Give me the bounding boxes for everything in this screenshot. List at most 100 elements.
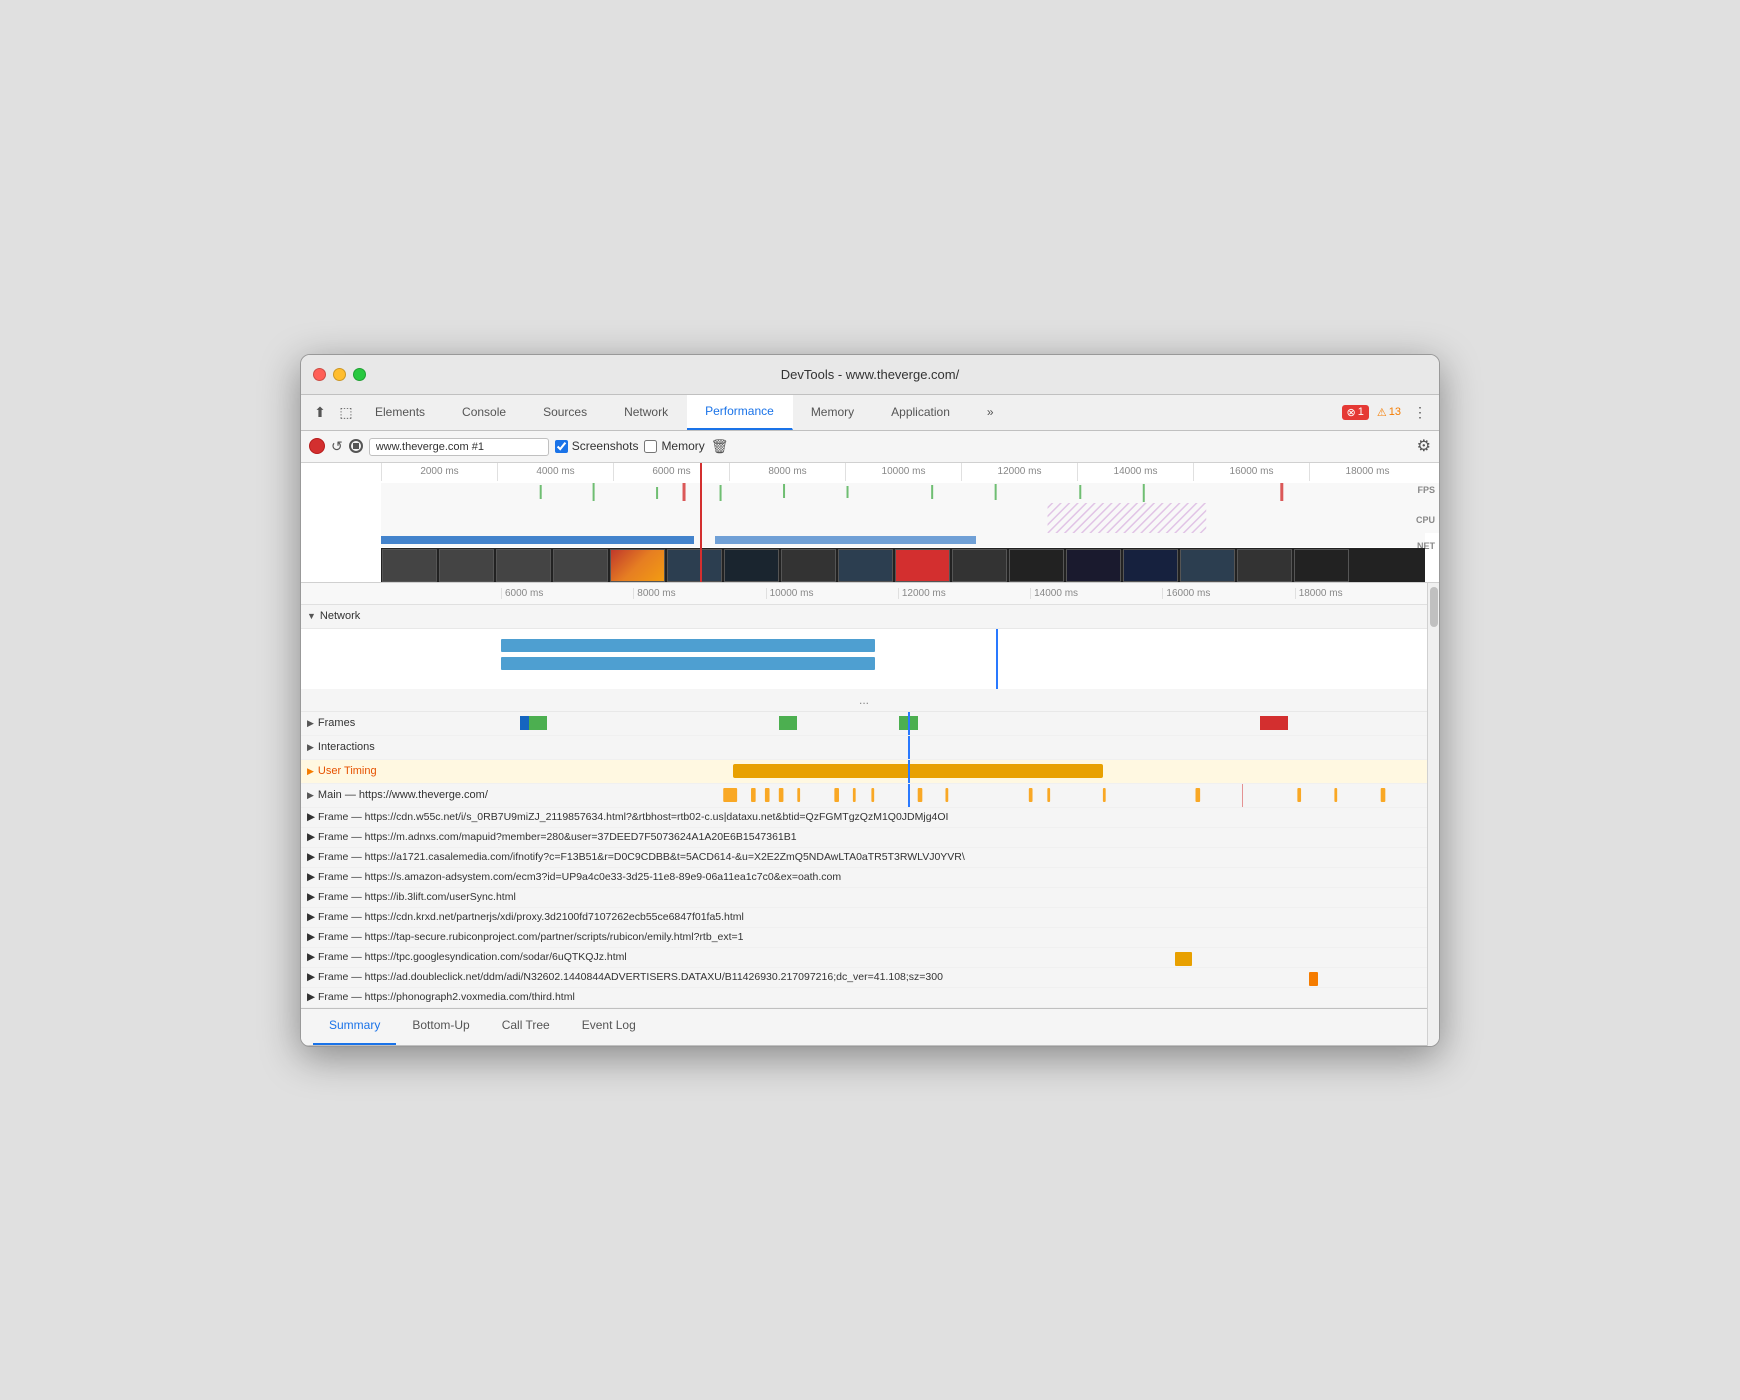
screenshots-checkbox[interactable]: [555, 440, 568, 453]
screenshot-thumb: [553, 549, 608, 582]
ellipsis-row: ...: [301, 689, 1427, 712]
main-toolbar: ⬆ ⬚ Elements Console Sources Network Per…: [301, 395, 1439, 431]
stop-button[interactable]: [349, 439, 363, 453]
screenshot-thumb: [952, 549, 1007, 582]
timing-mark: [1175, 952, 1192, 966]
frames-label[interactable]: ▶ Frames: [301, 717, 501, 729]
tab-network[interactable]: Network: [606, 394, 687, 430]
flame-ruler: 6000 ms 8000 ms 10000 ms 12000 ms 14000 …: [301, 583, 1427, 605]
frame-bar-green2: [779, 716, 798, 730]
interactions-content: [501, 736, 1427, 759]
frame-label-1: ▶ Frame — https://m.adnxs.com/mapuid?mem…: [307, 831, 1007, 843]
traffic-lights: [313, 368, 366, 381]
right-scrollbar[interactable]: [1427, 583, 1439, 1046]
tab-memory[interactable]: Memory: [793, 394, 873, 430]
screenshots-checkbox-label: Screenshots: [555, 439, 639, 453]
frame-label-3: ▶ Frame — https://s.amazon-adsystem.com/…: [307, 871, 1007, 883]
frame-row-8[interactable]: ▶ Frame — https://ad.doubleclick.net/ddm…: [301, 968, 1427, 988]
tab-elements[interactable]: Elements: [357, 394, 444, 430]
user-timing-text: User Timing: [318, 765, 377, 777]
screenshot-thumb: [1009, 549, 1064, 582]
record-button[interactable]: [309, 438, 325, 454]
main-content-area: 6000 ms 8000 ms 10000 ms 12000 ms 14000 …: [301, 583, 1439, 1046]
frame-label-9: ▶ Frame — https://phonograph2.voxmedia.c…: [307, 991, 1007, 1003]
timeline-cursor: [700, 463, 702, 582]
settings-button[interactable]: ⚙: [1417, 436, 1431, 456]
bottom-tab-bottom-up[interactable]: Bottom-Up: [396, 1007, 485, 1045]
url-selector-container: www.theverge.com #1: [369, 437, 549, 456]
frame-row-3[interactable]: ▶ Frame — https://s.amazon-adsystem.com/…: [301, 868, 1427, 888]
minimize-button[interactable]: [333, 368, 346, 381]
frame-bar-blue: [520, 716, 529, 730]
screenshot-thumb: [1237, 549, 1292, 582]
frame-row-2[interactable]: ▶ Frame — https://a1721.casalemedia.com/…: [301, 848, 1427, 868]
triangle-icon: ▼: [307, 611, 316, 621]
timing-mark2: [1309, 972, 1317, 986]
tab-sources[interactable]: Sources: [525, 394, 606, 430]
url-selector[interactable]: www.theverge.com #1: [369, 438, 549, 456]
warning-badge[interactable]: ⚠ 13: [1377, 406, 1401, 419]
memory-checkbox[interactable]: [644, 440, 657, 453]
network-section-header[interactable]: ▼ Network: [301, 605, 1427, 629]
more-options-button[interactable]: ⋮: [1409, 401, 1431, 423]
frame-row-1[interactable]: ▶ Frame — https://m.adnxs.com/mapuid?mem…: [301, 828, 1427, 848]
triangle-icon: ▶: [307, 718, 314, 729]
network-section: ▼ Network: [301, 605, 1427, 689]
inspect-element-tool[interactable]: ⬚: [335, 401, 357, 423]
user-timing-content: [501, 760, 1427, 783]
pointer-tool[interactable]: ⬆: [309, 401, 331, 423]
screenshot-thumb: [724, 549, 779, 582]
scrollbar-thumb[interactable]: [1430, 587, 1438, 627]
user-timing-row: ▶ User Timing: [301, 760, 1427, 784]
network-bar-1: [501, 639, 875, 652]
frame-row-5[interactable]: ▶ Frame — https://cdn.krxd.net/partnerjs…: [301, 908, 1427, 928]
frame-bar-red: [1260, 716, 1288, 730]
screenshot-thumb: [838, 549, 893, 582]
network-bar-2: [501, 657, 875, 670]
blue-line-timing: [908, 760, 910, 783]
toolbar-left: ⬆ ⬚: [309, 401, 357, 423]
screenshot-thumb: [382, 549, 437, 582]
screenshot-thumb: [439, 549, 494, 582]
frame-rows-container: ▶ Frame — https://cdn.w55c.net/i/s_0RB7U…: [301, 808, 1427, 1008]
ruler-tick-18000: 18000 ms: [1309, 463, 1425, 481]
cpu-chart: [381, 503, 1439, 533]
screenshot-thumb: [781, 549, 836, 582]
frame-row-6[interactable]: ▶ Frame — https://tap-secure.rubiconproj…: [301, 928, 1427, 948]
flame-ruler-tick-10000: 10000 ms: [766, 588, 898, 599]
frame-label-4: ▶ Frame — https://ib.3lift.com/userSync.…: [307, 891, 1007, 903]
frame-row-7[interactable]: ▶ Frame — https://tpc.googlesyndication.…: [301, 948, 1427, 968]
main-label[interactable]: ▶ Main — https://www.theverge.com/: [301, 789, 501, 801]
close-button[interactable]: [313, 368, 326, 381]
memory-label: Memory: [661, 439, 704, 453]
bottom-tab-summary[interactable]: Summary: [313, 1007, 396, 1045]
clear-button[interactable]: 🗑: [711, 438, 729, 455]
reload-record-button[interactable]: ↺: [331, 438, 343, 455]
warning-icon: ⚠: [1377, 406, 1387, 419]
screenshot-thumb: [1180, 549, 1235, 582]
tab-more[interactable]: »: [969, 394, 1013, 430]
tab-console[interactable]: Console: [444, 394, 525, 430]
error-badge[interactable]: ⊗ 1: [1342, 405, 1369, 420]
ruler-tick-16000: 16000 ms: [1193, 463, 1309, 481]
frame-row-0[interactable]: ▶ Frame — https://cdn.w55c.net/i/s_0RB7U…: [301, 808, 1427, 828]
tab-performance[interactable]: Performance: [687, 394, 793, 430]
triangle-icon: ▶: [307, 742, 314, 753]
user-timing-label[interactable]: ▶ User Timing: [301, 765, 501, 777]
flame-ruler-tick-12000: 12000 ms: [898, 588, 1030, 599]
tab-application[interactable]: Application: [873, 394, 969, 430]
interactions-label[interactable]: ▶ Interactions: [301, 741, 501, 753]
frame-label-7: ▶ Frame — https://tpc.googlesyndication.…: [307, 951, 1007, 963]
maximize-button[interactable]: [353, 368, 366, 381]
net-chart-area: [381, 533, 1425, 547]
frame-row-9[interactable]: ▶ Frame — https://phonograph2.voxmedia.c…: [301, 988, 1427, 1008]
frames-content: [501, 712, 1427, 735]
frame-row-4[interactable]: ▶ Frame — https://ib.3lift.com/userSync.…: [301, 888, 1427, 908]
error-count: 1: [1358, 406, 1364, 418]
screenshot-thumb: [667, 549, 722, 582]
bottom-tabs: Summary Bottom-Up Call Tree Event Log: [301, 1008, 1427, 1046]
bottom-tab-event-log[interactable]: Event Log: [566, 1007, 652, 1045]
main-text: Main — https://www.theverge.com/: [318, 789, 488, 801]
bottom-tab-call-tree[interactable]: Call Tree: [486, 1007, 566, 1045]
record-toolbar: ↺ www.theverge.com #1 Screenshots Memory…: [301, 431, 1439, 463]
